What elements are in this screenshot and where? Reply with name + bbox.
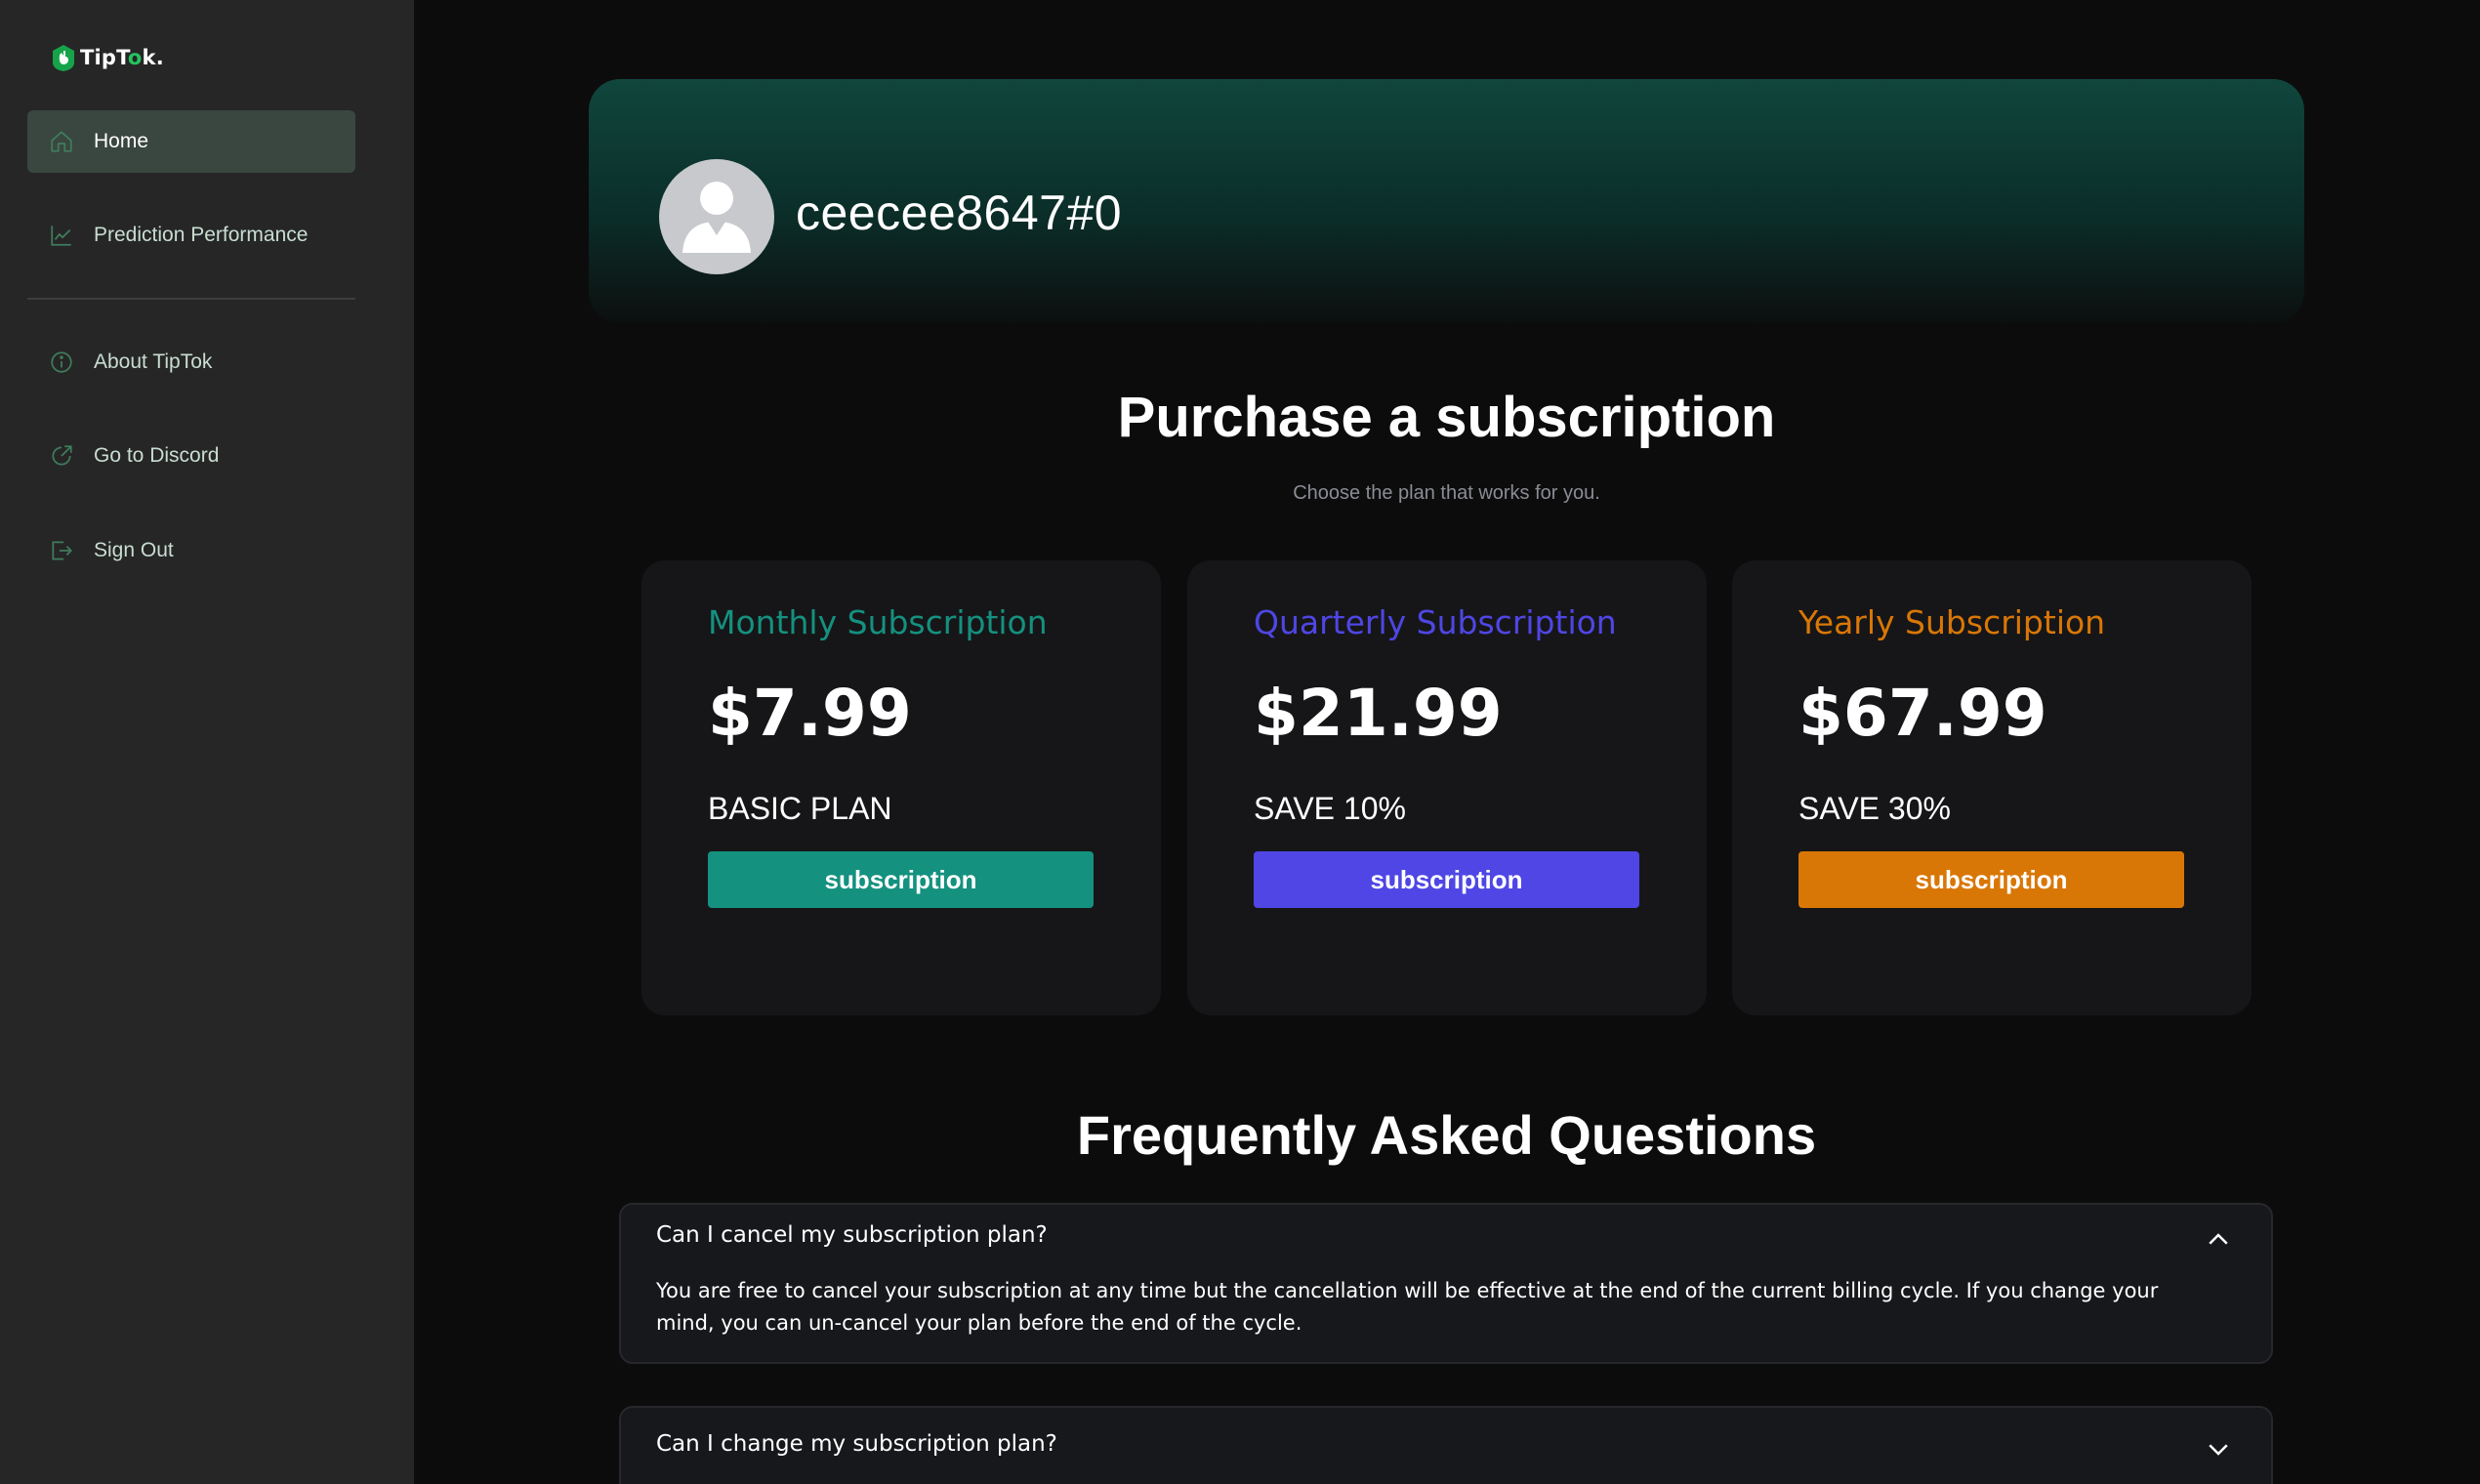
purchase-title: Purchase a subscription xyxy=(1117,386,1776,449)
sidebar-item-label: Prediction Performance xyxy=(94,224,309,246)
username: ceecee8647#0 xyxy=(796,186,1123,240)
sidebar-item-label: Sign Out xyxy=(94,539,174,561)
profile-banner: ceecee8647#0 xyxy=(589,79,2304,323)
sidebar-item-label: Go to Discord xyxy=(94,444,220,467)
sidebar-item-discord[interactable]: Go to Discord xyxy=(27,425,355,487)
sidebar-item-sign-out[interactable]: Sign Out xyxy=(27,519,355,582)
faq-item-cancel[interactable]: Can I cancel my subscription plan? You a… xyxy=(619,1203,2273,1364)
plan-price: $67.99 xyxy=(1798,676,2047,751)
faq-question[interactable]: Can I change my subscription plan? xyxy=(656,1431,1057,1457)
sidebar-item-label: About TipTok xyxy=(94,350,213,373)
plan-card-quarterly: Quarterly Subscription $21.99 SAVE 10% s… xyxy=(1187,560,1707,1015)
sidebar-item-prediction-performance[interactable]: Prediction Performance xyxy=(27,204,355,267)
sidebar-item-home[interactable]: Home xyxy=(27,110,355,173)
user-avatar-icon xyxy=(659,159,774,274)
sidebar-divider xyxy=(27,298,355,300)
home-icon xyxy=(47,127,76,156)
sidebar-item-about[interactable]: About TipTok xyxy=(27,331,355,393)
plan-tag: BASIC PLAN xyxy=(708,791,892,826)
subscribe-quarterly-button[interactable]: subscription xyxy=(1254,851,1639,908)
plan-title: Yearly Subscription xyxy=(1798,603,2106,641)
info-icon xyxy=(47,348,76,377)
faq-item-change[interactable]: Can I change my subscription plan? xyxy=(619,1406,2273,1484)
sign-out-icon xyxy=(47,536,76,565)
chart-line-icon xyxy=(47,221,76,250)
purchase-subtitle: Choose the plan that works for you. xyxy=(1293,482,1600,504)
faq-answer: You are free to cancel your subscription… xyxy=(656,1279,2159,1335)
sidebar-item-label: Home xyxy=(94,130,149,152)
plan-tag: SAVE 10% xyxy=(1254,791,1406,826)
plan-tag: SAVE 30% xyxy=(1798,791,1951,826)
plan-title: Quarterly Subscription xyxy=(1254,603,1617,641)
sidebar: TipTok. Home Prediction Performance Abou… xyxy=(0,0,414,1484)
external-link-icon xyxy=(47,441,76,471)
chevron-up-icon[interactable] xyxy=(2203,1224,2234,1256)
logo-text: TipTok. xyxy=(80,46,164,69)
plan-title: Monthly Subscription xyxy=(708,603,1048,641)
logo-icon xyxy=(51,43,76,72)
plan-card-yearly: Yearly Subscription $67.99 SAVE 30% subs… xyxy=(1732,560,2252,1015)
chevron-down-icon[interactable] xyxy=(2203,1433,2234,1464)
plan-card-monthly: Monthly Subscription $7.99 BASIC PLAN su… xyxy=(641,560,1161,1015)
faq-question[interactable]: Can I cancel my subscription plan? xyxy=(656,1222,1048,1248)
subscribe-yearly-button[interactable]: subscription xyxy=(1798,851,2184,908)
plan-price: $21.99 xyxy=(1254,676,1503,751)
subscribe-monthly-button[interactable]: subscription xyxy=(708,851,1094,908)
plan-price: $7.99 xyxy=(708,676,912,751)
logo[interactable]: TipTok. xyxy=(51,43,164,72)
faq-title: Frequently Asked Questions xyxy=(1076,1104,1817,1166)
